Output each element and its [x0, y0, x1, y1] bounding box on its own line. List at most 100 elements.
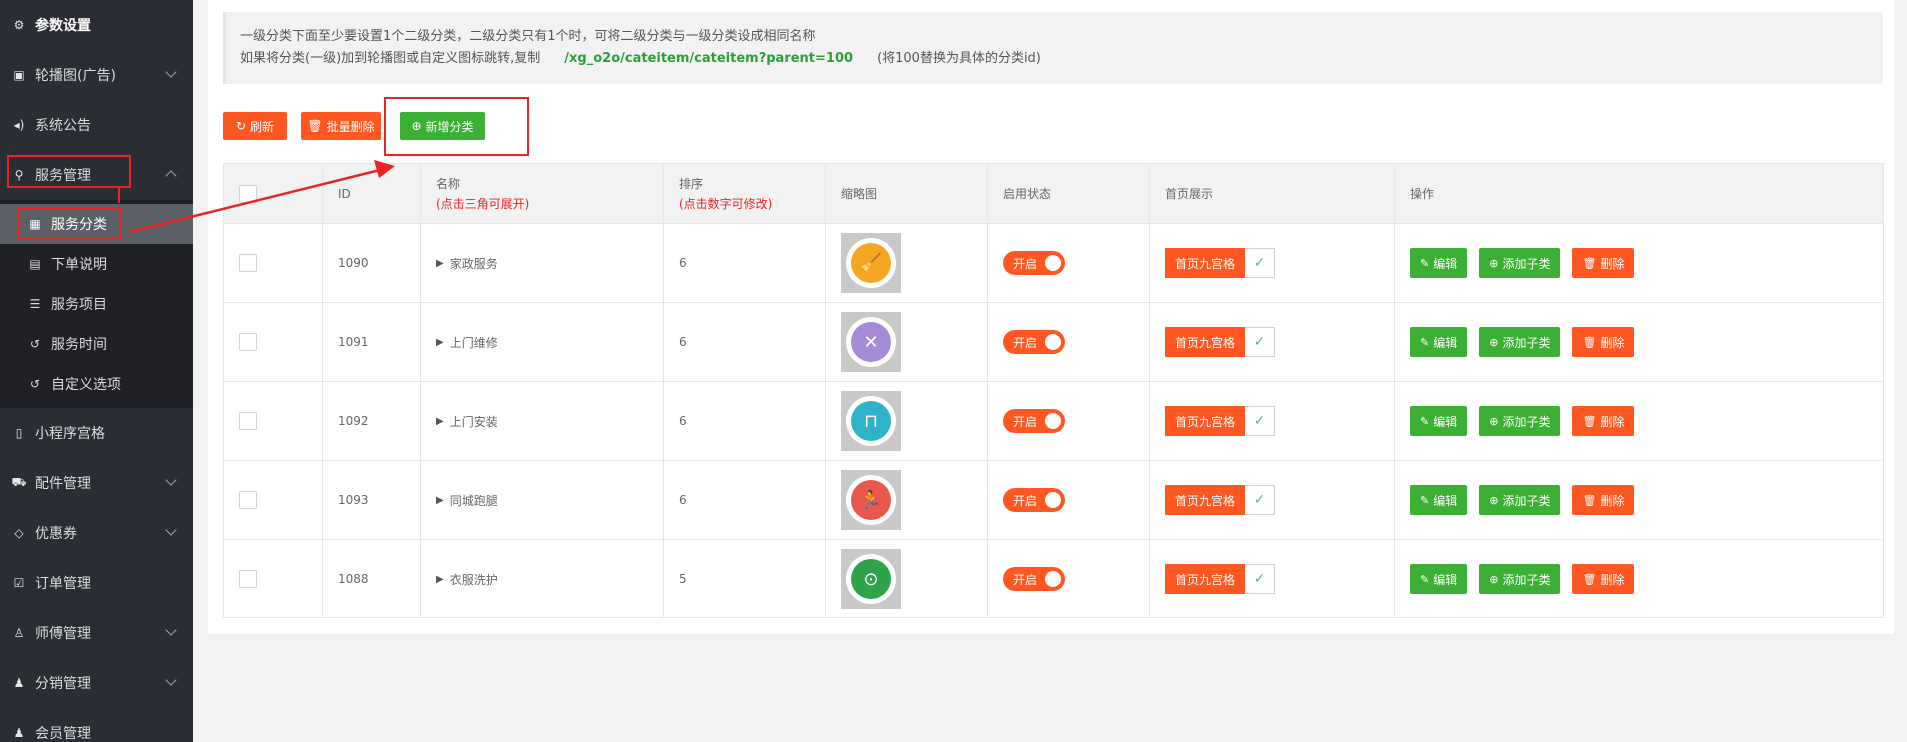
sidebar-item-7[interactable]: ☑ 订单管理 [0, 558, 193, 608]
plus-circle-icon: ⊕ [1489, 493, 1499, 507]
select-all-checkbox[interactable] [239, 184, 257, 203]
row-thumb-cell: ✕ [825, 303, 987, 381]
row-checkbox-cell [224, 382, 322, 460]
row-sort-cell: 6 [663, 461, 825, 539]
row-home-cell: 首页九宫格 ✓ [1149, 461, 1394, 539]
edit-button[interactable]: ✎ 编辑 [1410, 327, 1468, 357]
home-display-checkbox[interactable]: 首页九宫格 ✓ [1165, 248, 1276, 278]
row-ops-cell: ✎ 编辑 ⊕ 添加子类 🗑 删除 [1394, 224, 1883, 302]
sidebar-item-1[interactable]: ▣ 轮播图(广告) [0, 50, 193, 100]
batch-delete-button[interactable]: 🗑 批量删除 [301, 112, 381, 140]
row-ops-cell: ✎ 编辑 ⊕ 添加子类 🗑 删除 [1394, 382, 1883, 460]
row-sort[interactable]: 6 [679, 256, 687, 270]
toggle-knob [1045, 413, 1061, 429]
sidebar-item-6[interactable]: ◇ 优惠券 [0, 508, 193, 558]
cart-icon: ⛟ [11, 475, 27, 489]
table-row: 1091 ▶ 上门维修 6 ✕ 开启 首页九宫格 ✓ ✎ 编辑 ⊕ 添加子类 🗑 删除 [224, 302, 1883, 381]
trash-icon: 🗑 [1582, 493, 1597, 507]
edit-button[interactable]: ✎ 编辑 [1410, 564, 1468, 594]
refresh-button[interactable]: ↻ 刷新 [223, 112, 287, 140]
row-status-cell: 开启 [987, 224, 1149, 302]
row-sort-cell: 5 [663, 540, 825, 618]
add-child-button[interactable]: ⊕ 添加子类 [1479, 485, 1561, 515]
row-checkbox[interactable] [239, 333, 257, 351]
add-child-button[interactable]: ⊕ 添加子类 [1479, 564, 1561, 594]
expand-triangle-icon[interactable]: ▶ [436, 574, 444, 585]
add-child-button[interactable]: ⊕ 添加子类 [1479, 406, 1561, 436]
history-icon: ↺ [29, 377, 41, 391]
sidebar-item-9[interactable]: ♟ 分销管理 [0, 658, 193, 708]
edit-button[interactable]: ✎ 编辑 [1410, 248, 1468, 278]
plus-circle-icon: ⊕ [1489, 572, 1499, 586]
row-sort[interactable]: 5 [679, 572, 687, 586]
row-home-cell: 首页九宫格 ✓ [1149, 303, 1394, 381]
home-display-checkbox[interactable]: 首页九宫格 ✓ [1165, 406, 1276, 436]
add-child-button[interactable]: ⊕ 添加子类 [1479, 327, 1561, 357]
check-icon: ✓ [1245, 248, 1276, 278]
row-sort[interactable]: 6 [679, 335, 687, 349]
status-toggle[interactable]: 开启 [1003, 330, 1065, 354]
delete-button[interactable]: 🗑 删除 [1572, 248, 1635, 278]
add-child-button[interactable]: ⊕ 添加子类 [1479, 248, 1561, 278]
table-header: ID 名称 (点击三角可展开) 排序 (点击数字可修改) 缩略图 启用状态 首页… [224, 164, 1883, 223]
refresh-icon: ↻ [235, 119, 247, 133]
home-display-checkbox[interactable]: 首页九宫格 ✓ [1165, 327, 1276, 357]
row-ops-cell: ✎ 编辑 ⊕ 添加子类 🗑 删除 [1394, 461, 1883, 539]
status-toggle[interactable]: 开启 [1003, 409, 1065, 433]
status-toggle[interactable]: 开启 [1003, 251, 1065, 275]
sidebar-subitem-4[interactable]: ↺ 自定义选项 [0, 364, 193, 404]
home-display-checkbox[interactable]: 首页九宫格 ✓ [1165, 564, 1276, 594]
header-sort: 排序 (点击数字可修改) [663, 164, 825, 223]
row-sort[interactable]: 6 [679, 493, 687, 507]
edit-icon: ✎ [1420, 493, 1430, 507]
row-checkbox-cell [224, 461, 322, 539]
sidebar-subitem-1[interactable]: ▤ 下单说明 [0, 244, 193, 284]
history-icon: ↺ [29, 337, 41, 351]
delete-button[interactable]: 🗑 删除 [1572, 485, 1635, 515]
sidebar-item-10[interactable]: ♟ 会员管理 [0, 708, 193, 742]
header-home: 首页展示 [1149, 164, 1394, 223]
home-display-checkbox[interactable]: 首页九宫格 ✓ [1165, 485, 1276, 515]
sidebar-item-0[interactable]: ⚙ 参数设置 [0, 0, 193, 50]
row-id-cell: 1090 [322, 224, 420, 302]
sidebar-item-5[interactable]: ⛟ 配件管理 [0, 458, 193, 508]
sidebar-subitem-2[interactable]: ☰ 服务项目 [0, 284, 193, 324]
row-thumb-cell: 🏃 [825, 461, 987, 539]
row-status-cell: 开启 [987, 303, 1149, 381]
expand-triangle-icon[interactable]: ▶ [436, 258, 444, 269]
row-thumb-cell: 🧹 [825, 224, 987, 302]
row-checkbox[interactable] [239, 491, 257, 509]
sidebar-subitem-3[interactable]: ↺ 服务时间 [0, 324, 193, 364]
sidebar-item-label: 会员管理 [35, 726, 91, 742]
row-thumbnail: ✕ [841, 312, 901, 372]
gear-icon: ⚙ [13, 18, 25, 32]
expand-triangle-icon[interactable]: ▶ [436, 416, 444, 427]
status-toggle[interactable]: 开启 [1003, 488, 1065, 512]
status-toggle[interactable]: 开启 [1003, 567, 1065, 591]
row-sort[interactable]: 6 [679, 414, 687, 428]
sidebar-item-2[interactable]: ◂) 系统公告 [0, 100, 193, 150]
install-icon: ⊓ [851, 401, 891, 441]
sidebar-item-label: 师傅管理 [35, 626, 91, 642]
notice-path[interactable]: /xg_o2o/cateitem/cateitem?parent=100 [564, 51, 853, 66]
row-checkbox[interactable] [239, 570, 257, 588]
row-sort-cell: 6 [663, 303, 825, 381]
row-checkbox[interactable] [239, 412, 257, 430]
delete-button[interactable]: 🗑 删除 [1572, 564, 1635, 594]
sidebar-item-8[interactable]: ♙ 师傅管理 [0, 608, 193, 658]
row-checkbox[interactable] [239, 254, 257, 272]
trash-icon: 🗑 [1582, 335, 1597, 349]
row-checkbox-cell [224, 540, 322, 618]
plus-circle-icon: ⊕ [1489, 335, 1499, 349]
sidebar-item-4[interactable]: ▯ 小程序宫格 [0, 408, 193, 458]
expand-triangle-icon[interactable]: ▶ [436, 495, 444, 506]
row-thumbnail: ⊓ [841, 391, 901, 451]
row-status-cell: 开启 [987, 540, 1149, 618]
toggle-knob [1045, 571, 1061, 587]
expand-triangle-icon[interactable]: ▶ [436, 337, 444, 348]
delete-button[interactable]: 🗑 删除 [1572, 406, 1635, 436]
delete-button[interactable]: 🗑 删除 [1572, 327, 1635, 357]
edit-button[interactable]: ✎ 编辑 [1410, 406, 1468, 436]
edit-button[interactable]: ✎ 编辑 [1410, 485, 1468, 515]
notice-line-2: 如果将分类(一级)加到轮播图或自定义图标跳转,复制/xg_o2o/cateite… [240, 48, 1883, 70]
